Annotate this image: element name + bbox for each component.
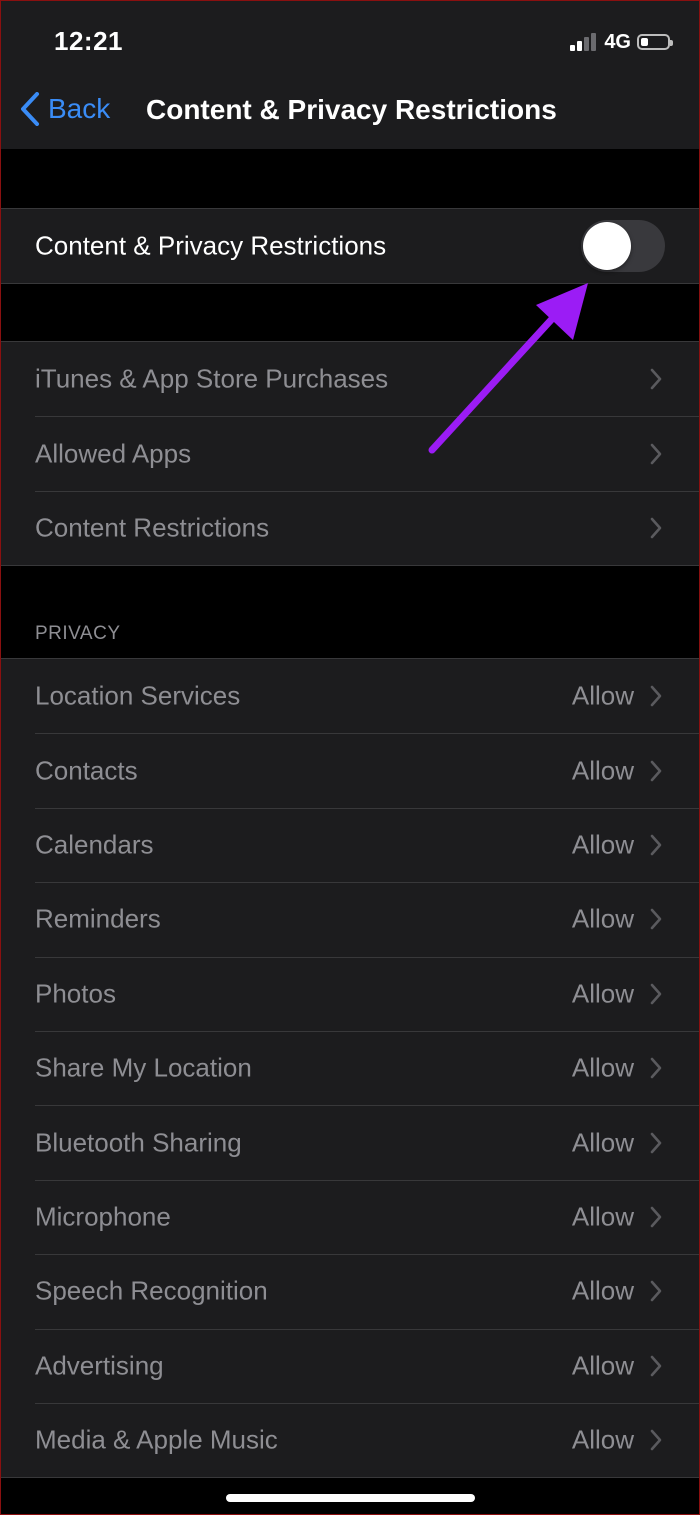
list-item-label: Reminders — [35, 903, 161, 934]
chevron-right-icon — [650, 1206, 662, 1228]
list-item[interactable]: Calendars Allow — [0, 807, 700, 882]
main-toggle-group: Content & Privacy Restrictions — [0, 208, 700, 285]
list-item[interactable]: Microphone Allow — [0, 1179, 700, 1254]
home-indicator[interactable] — [226, 1494, 475, 1502]
status-indicators: 4G — [570, 29, 673, 55]
back-chevron-icon — [21, 92, 39, 126]
list-item-value: Allow — [571, 903, 634, 934]
list-item-label: Contacts — [35, 755, 138, 786]
list-item[interactable]: Photos Allow — [0, 956, 700, 1031]
privacy-section: Location Services Allow Contacts Allow C… — [0, 658, 700, 1479]
list-item-label: Share My Location — [35, 1052, 252, 1083]
content-privacy-toggle-row: Content & Privacy Restrictions — [0, 209, 700, 283]
list-item-label: Bluetooth Sharing — [35, 1127, 242, 1158]
store-section: iTunes & App Store Purchases Allowed App… — [0, 341, 700, 567]
list-item[interactable]: Share My Location Allow — [0, 1030, 700, 1105]
list-item[interactable]: Speech Recognition Allow — [0, 1254, 700, 1328]
list-item-value: Allow — [571, 680, 634, 711]
list-item-label: iTunes & App Store Purchases — [35, 363, 389, 394]
toggle-label: Content & Privacy Restrictions — [35, 230, 387, 261]
chevron-right-icon — [650, 1132, 662, 1153]
list-item-value: Allow — [571, 978, 634, 1009]
page-title: Content & Privacy Restrictions — [146, 94, 557, 125]
toggle-knob — [583, 222, 631, 271]
list-item-label: Microphone — [35, 1201, 171, 1232]
chevron-right-icon — [650, 1057, 662, 1079]
list-item[interactable]: Allowed Apps — [0, 416, 700, 490]
chevron-right-icon — [650, 909, 662, 930]
list-item-value: Allow — [571, 1350, 634, 1381]
list-item-value: Allow — [571, 1201, 634, 1232]
back-button[interactable]: Back — [20, 92, 110, 126]
list-item[interactable]: Bluetooth Sharing Allow — [0, 1105, 700, 1179]
chevron-right-icon — [650, 760, 662, 781]
chevron-right-icon — [650, 443, 662, 464]
signal-icon — [570, 33, 598, 51]
list-item-label: Calendars — [35, 829, 154, 860]
chevron-right-icon — [650, 1281, 662, 1302]
top-bar: 12:21 4G Back Content & Privacy Restrict… — [0, 0, 700, 149]
chevron-right-icon — [650, 983, 662, 1005]
list-item[interactable]: Contacts Allow — [0, 733, 700, 807]
list-item[interactable]: Media & Apple Music Allow — [0, 1402, 700, 1477]
list-item[interactable]: Advertising Allow — [0, 1328, 700, 1403]
status-time: 12:21 — [54, 26, 123, 56]
list-item-value: Allow — [571, 1127, 634, 1158]
list-item-label: Allowed Apps — [35, 438, 192, 469]
list-item-label: Photos — [35, 978, 116, 1009]
back-label: Back — [48, 93, 111, 124]
list-item-label: Advertising — [35, 1350, 164, 1381]
content-privacy-toggle[interactable] — [581, 220, 665, 273]
list-item-label: Media & Apple Music — [35, 1424, 278, 1455]
chevron-right-icon — [650, 517, 662, 539]
chevron-right-icon — [650, 834, 662, 856]
chevron-right-icon — [650, 685, 662, 707]
battery-icon — [637, 34, 673, 50]
list-item[interactable]: iTunes & App Store Purchases — [0, 342, 700, 416]
list-item-value: Allow — [571, 1052, 634, 1083]
list-item-value: Allow — [571, 1424, 634, 1455]
list-item[interactable]: Content Restrictions — [0, 490, 700, 565]
chevron-right-icon — [650, 368, 662, 390]
chevron-right-icon — [650, 1355, 662, 1377]
list-item-label: Speech Recognition — [35, 1275, 268, 1306]
list-item-label: Content Restrictions — [35, 512, 270, 543]
list-item[interactable]: Reminders Allow — [0, 882, 700, 956]
list-item-label: Location Services — [35, 680, 241, 711]
list-item-value: Allow — [571, 829, 634, 860]
chevron-right-icon — [650, 1429, 662, 1451]
list-item-value: Allow — [571, 1275, 634, 1306]
list-item[interactable]: Location Services Allow — [0, 659, 700, 733]
list-item-value: Allow — [571, 755, 634, 786]
network-label: 4G — [604, 30, 631, 53]
privacy-section-header: PRIVACY — [35, 623, 121, 644]
